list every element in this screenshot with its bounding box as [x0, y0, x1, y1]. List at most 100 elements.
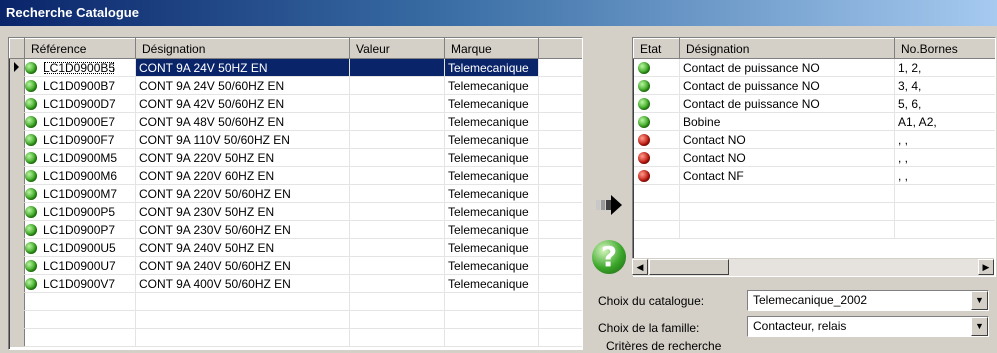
cell-marque[interactable]: Telemecanique — [444, 130, 539, 149]
cell-no-bornes[interactable]: 3, 4, — [894, 76, 995, 95]
cell-reference[interactable]: LC1D0900U5 — [24, 238, 136, 257]
cell-etat[interactable] — [633, 184, 680, 203]
cell-marque[interactable]: Telemecanique — [444, 94, 539, 113]
cell-no-bornes[interactable] — [894, 184, 995, 203]
cell-reference[interactable] — [24, 328, 136, 347]
cell-designation[interactable]: CONT 9A 400V 50/60HZ EN — [135, 274, 350, 293]
cell-designation[interactable]: CONT 9A 24V 50/60HZ EN — [135, 76, 350, 95]
cell-valeur[interactable] — [349, 130, 445, 149]
table-row[interactable]: LC1D0900P7 CONT 9A 230V 50/60HZ EN Telemec… — [9, 220, 582, 239]
cell-valeur[interactable] — [349, 76, 445, 95]
column-header-no-bornes[interactable]: No.Bornes — [894, 38, 995, 59]
cell-marque[interactable]: Telemecanique — [444, 238, 539, 257]
cell-valeur[interactable] — [349, 94, 445, 113]
table-row[interactable]: LC1D0900V7 CONT 9A 400V 50/60HZ EN Telemec… — [9, 274, 582, 293]
cell-reference[interactable]: LC1D0900M6 — [24, 166, 136, 185]
cell-etat[interactable] — [633, 58, 680, 77]
cell-valeur[interactable] — [349, 202, 445, 221]
row-indicator[interactable] — [9, 256, 25, 275]
cell-designation[interactable]: CONT 9A 230V 50/60HZ EN — [135, 220, 350, 239]
table-row[interactable] — [9, 292, 582, 311]
table-row[interactable]: LC1D0900D7 CONT 9A 42V 50/60HZ EN Telemeca… — [9, 94, 582, 113]
table-row[interactable] — [633, 202, 995, 221]
cell-marque[interactable]: Telemecanique — [444, 58, 539, 77]
cell-valeur[interactable] — [349, 220, 445, 239]
table-row[interactable]: LC1D0900B5 CONT 9A 24V 50HZ EN Telemecaniq… — [9, 58, 582, 77]
table-row[interactable] — [633, 184, 995, 203]
column-header-etat[interactable]: Etat — [633, 38, 680, 59]
cell-reference[interactable]: LC1D0900E7 — [24, 112, 136, 131]
catalogue-results-grid[interactable]: Référence Désignation Valeur Marque LC1D… — [8, 37, 583, 350]
table-row[interactable]: Contact de puissance NO 1, 2, — [633, 58, 995, 77]
table-row[interactable]: LC1D0900U5 CONT 9A 240V 50HZ EN Telemecani… — [9, 238, 582, 257]
cell-designation[interactable] — [135, 310, 350, 329]
row-indicator[interactable] — [9, 220, 25, 239]
cell-marque[interactable]: Telemecanique — [444, 256, 539, 275]
cell-designation[interactable]: CONT 9A 220V 60HZ EN — [135, 166, 350, 185]
cell-etat[interactable] — [633, 220, 680, 239]
cell-etat[interactable] — [633, 148, 680, 167]
column-header-valeur[interactable]: Valeur — [349, 38, 445, 59]
cell-marque[interactable]: Telemecanique — [444, 148, 539, 167]
cell-etat[interactable] — [633, 76, 680, 95]
cell-designation[interactable]: CONT 9A 220V 50/60HZ EN — [135, 184, 350, 203]
table-row[interactable]: LC1D0900B7 CONT 9A 24V 50/60HZ EN Telemeca… — [9, 76, 582, 95]
row-indicator[interactable] — [9, 148, 25, 167]
table-row[interactable]: Contact NF, , — [633, 166, 995, 185]
table-row[interactable]: LC1D0900M7 CONT 9A 220V 50/60HZ EN Telemec… — [9, 184, 582, 203]
cell-reference[interactable]: LC1D0900F7 — [24, 130, 136, 149]
scroll-right-icon[interactable]: ▶ — [978, 259, 994, 275]
table-row[interactable] — [9, 310, 582, 329]
row-indicator[interactable] — [9, 184, 25, 203]
cell-valeur[interactable] — [349, 112, 445, 131]
cell-reference[interactable]: LC1D0900M5 — [24, 148, 136, 167]
table-row[interactable]: Contact de puissance NO 5, 6, — [633, 94, 995, 113]
cell-valeur[interactable] — [349, 292, 445, 311]
table-row[interactable]: Bobine A1, A2, — [633, 112, 995, 131]
cell-reference[interactable]: LC1D0900B7 — [24, 76, 136, 95]
cell-designation[interactable]: CONT 9A 230V 50HZ EN — [135, 202, 350, 221]
row-indicator[interactable] — [9, 310, 25, 329]
cell-designation[interactable] — [135, 328, 350, 347]
table-row[interactable]: LC1D0900U7 CONT 9A 240V 50/60HZ EN Telemec… — [9, 256, 582, 275]
cell-no-bornes[interactable]: , , — [894, 148, 995, 167]
cell-designation-detail[interactable]: Contact NO — [679, 148, 895, 167]
catalogue-select[interactable]: Telemecanique_2002 ▼ — [747, 290, 989, 311]
cell-etat[interactable] — [633, 130, 680, 149]
cell-no-bornes[interactable]: A1, A2, — [894, 112, 995, 131]
cell-designation-detail[interactable] — [679, 220, 895, 239]
row-indicator[interactable] — [9, 202, 25, 221]
table-row[interactable]: Contact NO, , — [633, 148, 995, 167]
table-row[interactable]: Contact NO, , — [633, 130, 995, 149]
table-row[interactable] — [633, 220, 995, 239]
cell-valeur[interactable] — [349, 328, 445, 347]
cell-designation-detail[interactable] — [679, 184, 895, 203]
row-indicator[interactable] — [9, 112, 25, 131]
cell-designation[interactable]: CONT 9A 48V 50/60HZ EN — [135, 112, 350, 131]
cell-marque[interactable]: Telemecanique — [444, 166, 539, 185]
table-row[interactable]: LC1D0900E7 CONT 9A 48V 50/60HZ EN Telemeca… — [9, 112, 582, 131]
horizontal-scrollbar[interactable]: ◀ ▶ — [632, 258, 994, 276]
row-indicator[interactable] — [9, 166, 25, 185]
cell-valeur[interactable] — [349, 148, 445, 167]
cell-designation-detail[interactable]: Contact de puissance NO — [679, 76, 895, 95]
cell-valeur[interactable] — [349, 58, 445, 77]
row-indicator[interactable] — [9, 58, 25, 77]
cell-reference[interactable]: LC1D0900M7 — [24, 184, 136, 203]
cell-designation-detail[interactable] — [679, 202, 895, 221]
cell-designation[interactable] — [135, 292, 350, 311]
cell-reference[interactable] — [24, 292, 136, 311]
cell-marque[interactable]: Telemecanique — [444, 76, 539, 95]
cell-designation[interactable]: CONT 9A 240V 50/60HZ EN — [135, 256, 350, 275]
chevron-down-icon[interactable]: ▼ — [971, 317, 988, 336]
component-details-grid[interactable]: Etat Désignation No.Bornes Contact de pu… — [632, 37, 996, 277]
cell-designation-detail[interactable]: Contact de puissance NO — [679, 94, 895, 113]
table-row[interactable]: LC1D0900M5 CONT 9A 220V 50HZ EN Telemecani… — [9, 148, 582, 167]
cell-marque[interactable]: Telemecanique — [444, 184, 539, 203]
cell-marque[interactable]: Telemecanique — [444, 202, 539, 221]
row-indicator[interactable] — [9, 76, 25, 95]
cell-designation-detail[interactable]: Contact de puissance NO — [679, 58, 895, 77]
cell-designation[interactable]: CONT 9A 220V 50HZ EN — [135, 148, 350, 167]
cell-marque[interactable]: Telemecanique — [444, 220, 539, 239]
cell-designation[interactable]: CONT 9A 42V 50/60HZ EN — [135, 94, 350, 113]
